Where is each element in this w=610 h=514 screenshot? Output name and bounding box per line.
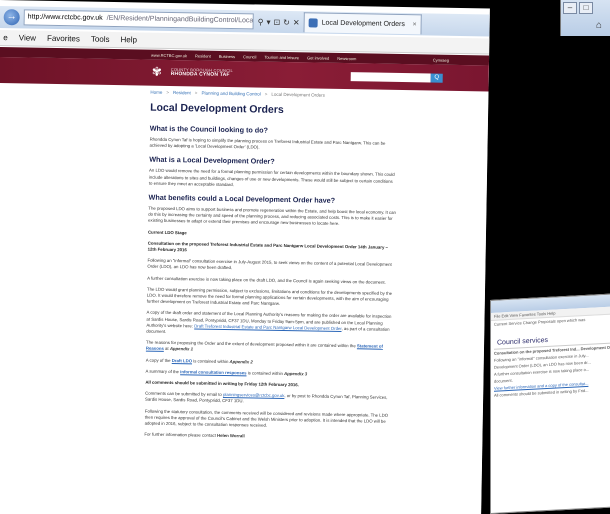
browser-window: → http://www.rctcbc.gov.uk/EN/Resident/P… (0, 0, 490, 514)
section-heading: What is a Local Development Order? (149, 155, 275, 167)
menu-item-tools[interactable]: Tools (91, 35, 110, 44)
background-window-right: File Edit View Favorites Tools Help Curr… (490, 293, 610, 514)
page-icon (308, 18, 318, 28)
paragraph: For further information please contact H… (144, 431, 245, 439)
menu-item-favorites[interactable]: Favorites (47, 34, 80, 44)
paragraph: The reasons for proposing the Order and … (145, 339, 384, 352)
stop-icon[interactable]: ✕ (293, 18, 300, 27)
email-link[interactable]: planningservices@rctcbc.gov.uk (223, 392, 284, 398)
deadline-text: All comments should be submitted in writ… (145, 379, 299, 388)
logo-line: RHONDDA CYNON TAF (170, 70, 230, 79)
top-link[interactable]: Newsroom (337, 55, 356, 60)
menu-item-edit[interactable]: e (3, 33, 8, 42)
menu-item-view[interactable]: View (19, 33, 36, 42)
top-link[interactable]: Get involved (307, 55, 329, 60)
breadcrumb-resident[interactable]: Resident (173, 90, 191, 95)
menu-item-help[interactable]: Help (120, 35, 137, 44)
draft-ldo-link[interactable]: Draft LDO (172, 358, 192, 363)
paragraph: The LDO would grant planning permission,… (146, 286, 393, 307)
url-domain: http://www.rctcbc.gov.uk (27, 13, 103, 22)
stage-label: Current LDO Stage (147, 229, 187, 235)
top-link[interactable]: Business (219, 53, 235, 58)
forward-icon[interactable]: → (3, 9, 20, 26)
breadcrumb-current: Local Development Orders (271, 91, 325, 98)
paragraph: An LDO would remove the need for a forma… (148, 168, 395, 187)
council-logo-text: COUNTY BOROUGH COUNCIL RHONDDA CYNON TAF (171, 67, 233, 78)
paragraph: The proposed LDO aims to support busines… (148, 205, 397, 227)
top-link[interactable]: www.RCTBC.gov.uk (151, 52, 187, 58)
paragraph: A copy of the Draft LDO is contained wit… (145, 357, 253, 365)
main-content: Local Development Orders What is the Cou… (144, 102, 398, 448)
tab-local-development-orders[interactable]: Local Development Orders × (303, 12, 422, 35)
tab-title: Local Development Orders (321, 19, 405, 29)
language-link[interactable]: Cymraeg (433, 57, 449, 62)
consultation-heading: Consultation on the proposed Treforest I… (147, 240, 388, 253)
home-icon[interactable]: ⌂ (596, 20, 602, 31)
refresh-icon[interactable]: ↻ (283, 17, 290, 26)
paragraph: Comments can be submitted by email to pl… (145, 390, 388, 404)
search-button[interactable]: Q (430, 73, 443, 83)
search-input[interactable] (350, 72, 431, 83)
dropdown-icon[interactable]: ▾ (266, 17, 270, 26)
minimize-icon[interactable]: – (563, 2, 577, 14)
paragraph: Following the statutory consultation, th… (144, 408, 389, 428)
paragraph: Rhondda Cynon Taf is hoping to simplify … (149, 136, 386, 150)
maximize-icon[interactable]: □ (579, 2, 593, 14)
section-heading: What is the Council looking to do? (149, 123, 269, 135)
council-logo-icon[interactable]: ✾ (152, 65, 168, 79)
paragraph: A summary of the informal consultation r… (145, 368, 308, 377)
paragraph: Following an "informal" consultation exe… (147, 257, 392, 271)
search-icon[interactable]: ⚲ (258, 17, 264, 26)
top-link[interactable]: Council (243, 54, 256, 59)
consultation-responses-link[interactable]: informal consultation responses (180, 369, 246, 375)
section-heading: What benefits could a Local Development … (148, 192, 336, 205)
page-title: Local Development Orders (150, 101, 284, 116)
background-window-top-right: – □ ⌂ (560, 0, 610, 36)
breadcrumb-planning[interactable]: Planning and Building Control (201, 91, 260, 97)
lock-icon[interactable]: ⊡ (273, 17, 280, 26)
paragraph: A further consultation exercise is now t… (147, 275, 386, 285)
address-bar[interactable]: http://www.rctcbc.gov.uk/EN/Resident/Pla… (23, 9, 254, 30)
breadcrumb: Home > Resident > Planning and Building Co… (150, 89, 325, 98)
web-page: www.RCTBC.gov.uk Resident Business Counc… (0, 46, 490, 514)
site-search: Q (350, 72, 443, 83)
top-link[interactable]: Tourism and leisure (264, 54, 299, 60)
top-link[interactable]: Resident (195, 53, 211, 58)
url-path: /EN/Resident/PlanningandBuildingControl/… (106, 14, 254, 26)
breadcrumb-home[interactable]: Home (150, 90, 162, 95)
close-icon[interactable]: × (412, 21, 416, 28)
paragraph: A copy of the draft order and statement … (146, 310, 392, 335)
